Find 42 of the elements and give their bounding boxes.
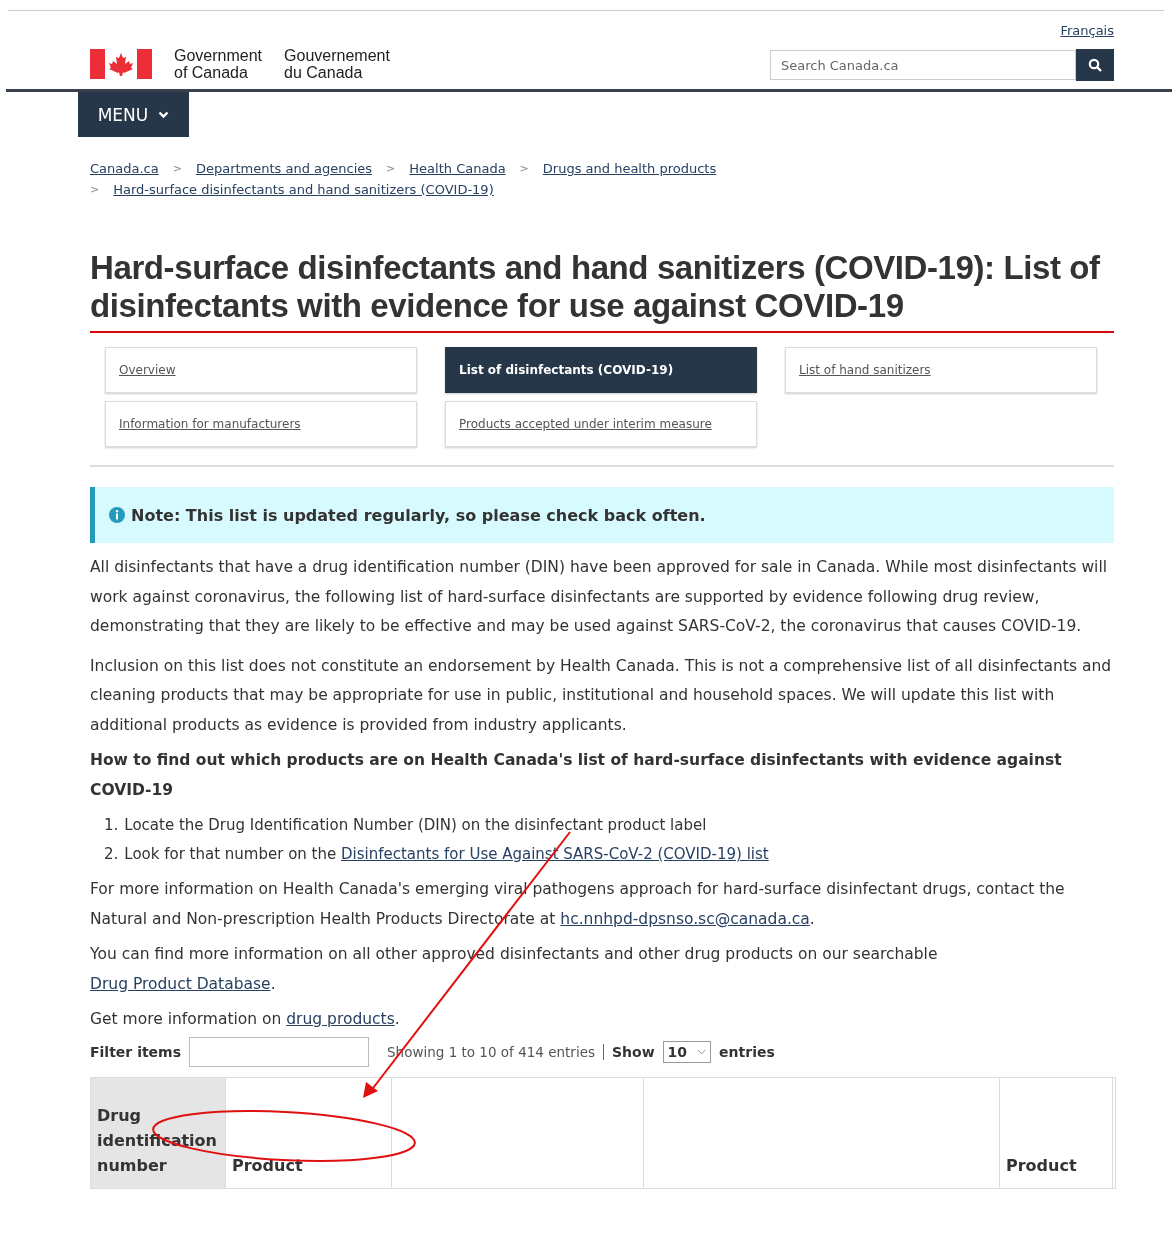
search-icon [1088, 58, 1102, 72]
list-number: 1. [104, 815, 119, 836]
page-tab[interactable]: Information for manufacturers [105, 401, 417, 447]
section-heading: How to find out which products are on Health Canada's list of hard-surface disinfectants with evidence against COVID-19 [90, 750, 1063, 801]
breadcrumb-link[interactable]: Drugs and health products [542, 161, 717, 176]
paragraph: All disinfectants that have a drug identification number (DIN) have been approved for sale in Canada. While most disinfectants will work against coronavirus, the following list of hard-surface disinfectants are supported by evidence following drug review, demonstrating that they are likely to be effective and may be used against SARS-CoV-2, the coronavirus that causes COVID-19. [90, 557, 1108, 637]
paragraph: Get more information on drug products. [90, 1009, 401, 1030]
page-tab[interactable]: List of hand sanitizers [785, 347, 1097, 393]
breadcrumb-separator: > [90, 183, 100, 196]
breadcrumb-link[interactable]: Hard-surface disinfectants and hand sanitizers (COVID-19) [113, 182, 494, 197]
menu-button[interactable]: MENU [78, 92, 189, 137]
chevron-icon [158, 110, 170, 119]
inline-link[interactable]: Drug Product Database [90, 974, 271, 993]
page-tab[interactable]: List of disinfectants (COVID-19) [445, 347, 757, 393]
breadcrumb-link[interactable]: Canada.ca [90, 161, 159, 176]
page-tab[interactable]: Products accepted under interim measure [445, 401, 757, 447]
list-item: Locate the Drug Identification Number (DIN) on the disinfectant product label [124, 815, 707, 836]
breadcrumb-separator: > [172, 162, 182, 175]
search-button[interactable] [1076, 49, 1114, 81]
filter-label: Filter items [90, 1043, 182, 1060]
info-icon [109, 507, 125, 523]
breadcrumb-link[interactable]: Departments and agencies [195, 161, 373, 176]
government-name: Gouvernement du Canada [284, 47, 390, 81]
search-field[interactable]: Search Canada.ca [770, 50, 1076, 80]
page-title: Hard-surface disinfectants and hand sanitizers (COVID-19): List of disinfectants with evidence for use against COVID-19 [90, 249, 1114, 333]
inline-link[interactable]: hc.nnhpd-dpsnso.sc@canada.ca [560, 909, 810, 928]
note-text: Note: This list is updated regularly, so please check back often. [131, 505, 706, 525]
breadcrumb-separator: > [519, 162, 529, 175]
show-label: Show [612, 1043, 655, 1060]
paragraph: Inclusion on this list does not constitute an endorsement by Health Canada. This is not a comprehensive list of all disinfectants and cleaning products that may be appropriate for use in public, institutional and household spaces. We will update this list with additional products as evidence is provided from industry applicants. [90, 655, 1113, 736]
page-tab[interactable]: Overview [105, 347, 417, 393]
list-number: 2. [104, 844, 119, 865]
government-name: Government of Canada [174, 47, 263, 81]
language-link[interactable]: Français [1060, 23, 1114, 38]
entries-label: entries [719, 1043, 775, 1060]
entries-select[interactable]: 10 [662, 1040, 712, 1063]
dropdown-chevron-icon [697, 1048, 707, 1055]
breadcrumb-link[interactable]: Health Canada [409, 161, 506, 176]
inline-link[interactable]: drug products [286, 1010, 395, 1028]
filter-field[interactable] [189, 1036, 370, 1067]
breadcrumb-separator: > [386, 162, 396, 175]
canada-flag-icon [90, 49, 152, 79]
